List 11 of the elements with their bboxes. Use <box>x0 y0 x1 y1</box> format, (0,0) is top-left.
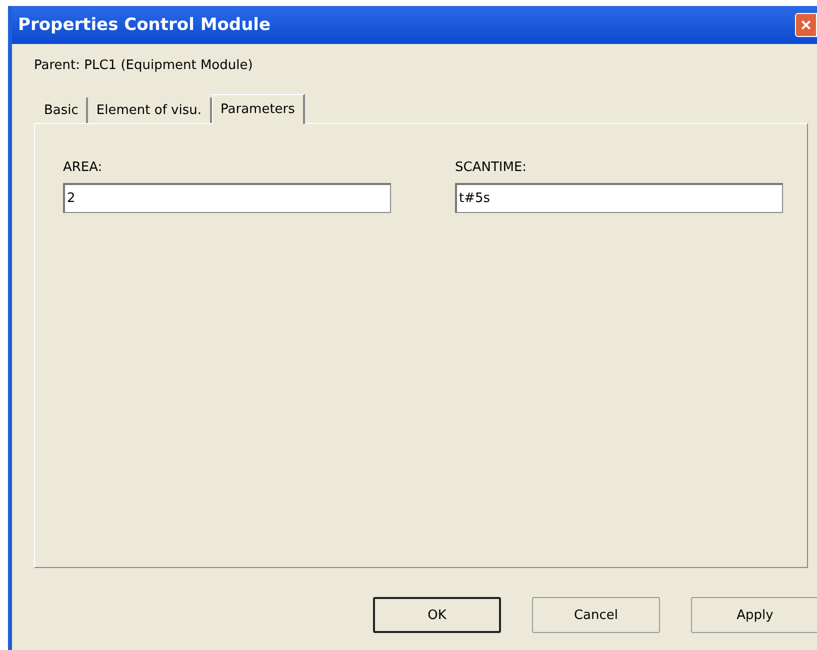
window-title: Properties Control Module <box>18 15 271 35</box>
dialog-button[interactable]: Cancel <box>532 597 660 633</box>
dialog-button[interactable]: OK <box>373 597 501 633</box>
parent-label: Parent: PLC1 (Equipment Module) <box>34 58 254 73</box>
field-label: AREA: <box>63 160 104 175</box>
input-field[interactable]: 2 <box>63 183 391 213</box>
input-field[interactable]: t#5s <box>455 183 783 213</box>
tab[interactable]: Parameters <box>212 94 305 124</box>
field-label: SCANTIME: <box>455 160 528 175</box>
close-button[interactable]: × <box>795 13 817 37</box>
dialog-button[interactable]: Apply <box>691 597 817 633</box>
